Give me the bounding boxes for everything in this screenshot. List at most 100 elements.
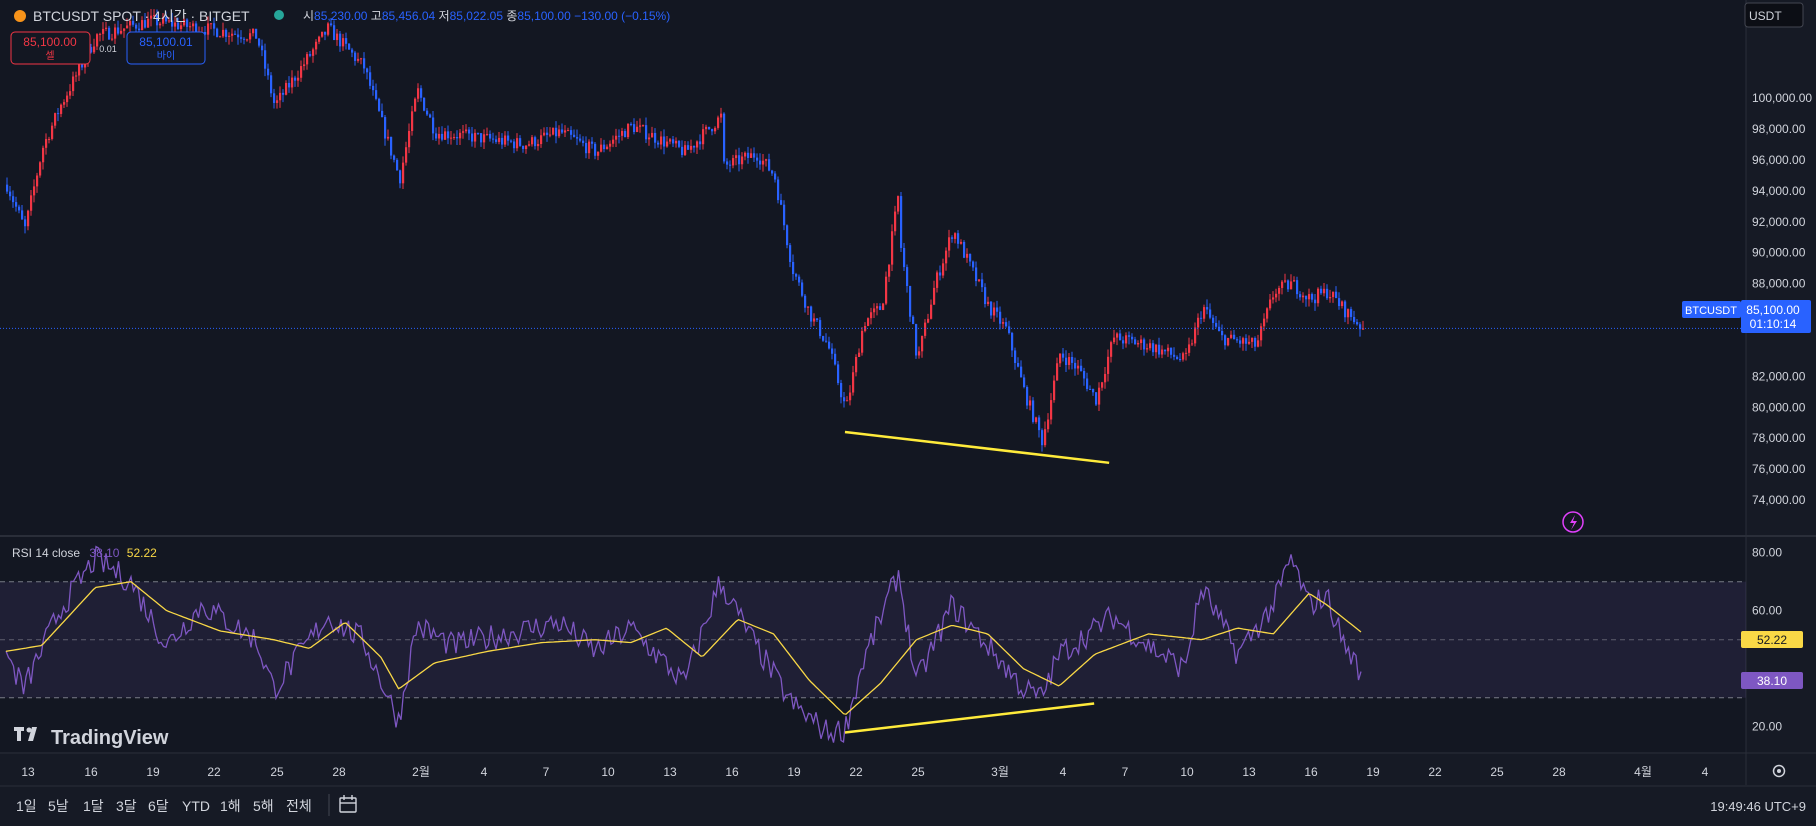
price-pane[interactable] (0, 0, 1746, 535)
candle-body (1215, 322, 1218, 327)
rsi-badge: 38.10 (1757, 674, 1787, 688)
candle-body (702, 129, 705, 145)
timeframe-button[interactable]: YTD (182, 798, 210, 814)
candle-body (552, 127, 555, 135)
candle-body (1077, 365, 1080, 369)
time-label: 4 (1702, 765, 1709, 779)
candle-body (72, 76, 75, 92)
candle-body (867, 318, 870, 326)
symbol-title[interactable]: BTCUSDT SPOT · 4시간 · BITGET (33, 8, 250, 24)
candle-body (1212, 317, 1215, 323)
time-label: 25 (270, 765, 284, 779)
candle-body (375, 90, 378, 99)
candle-body (219, 36, 222, 38)
candle-body (729, 164, 732, 166)
candle-body (1200, 317, 1203, 319)
candle-body (600, 144, 603, 152)
candle-body (1317, 288, 1320, 304)
candle-body (825, 340, 828, 342)
candle-body (1041, 430, 1044, 446)
candle-body (1050, 400, 1053, 420)
candle-body (288, 82, 291, 88)
time-label: 2월 (412, 765, 430, 779)
candle-body (477, 132, 480, 134)
timeframe-button[interactable]: 6달 (148, 798, 169, 814)
candle-body (1029, 400, 1032, 406)
candle-body (1275, 293, 1278, 298)
candle-body (498, 137, 501, 142)
candle-body (1026, 386, 1029, 406)
timeframe-button[interactable]: 5날 (48, 798, 69, 814)
candle-body (585, 143, 588, 154)
candle-body (108, 27, 111, 40)
candle-body (36, 175, 39, 187)
candle-body (732, 158, 735, 166)
candle-body (369, 72, 372, 86)
candle-body (1353, 316, 1356, 323)
candle-body (624, 131, 627, 138)
timeframe-button[interactable]: 3달 (116, 798, 137, 814)
candle-body (1188, 344, 1191, 353)
candle-body (945, 250, 948, 264)
candle-body (720, 113, 723, 118)
candle-body (504, 135, 507, 145)
candle-body (822, 336, 825, 341)
candle-body (546, 132, 549, 135)
candle-body (1134, 339, 1137, 345)
candle-body (1068, 357, 1071, 365)
candle-body (411, 111, 414, 131)
candle-body (1299, 294, 1302, 298)
timeframe-button[interactable]: 1해 (220, 798, 241, 814)
timeframe-button[interactable]: 1달 (83, 798, 104, 814)
candle-body (354, 52, 357, 61)
candle-body (396, 159, 399, 171)
candle-body (630, 123, 633, 125)
timeframe-button[interactable]: 5해 (253, 798, 274, 814)
candle-body (549, 134, 552, 136)
candle-body (852, 372, 855, 393)
candle-body (486, 133, 489, 135)
candle-body (1227, 337, 1230, 346)
candle-body (1194, 327, 1197, 344)
candle-body (705, 126, 708, 130)
candle-body (780, 200, 783, 205)
candle-body (747, 152, 750, 158)
candle-body (636, 126, 639, 133)
candle-body (318, 36, 321, 42)
time-label: 4월 (1634, 765, 1652, 779)
candle-body (1080, 365, 1083, 372)
candle-body (1326, 288, 1329, 299)
candle-body (798, 276, 801, 283)
timeframe-button[interactable]: 1일 (16, 798, 37, 814)
candle-body (615, 135, 618, 140)
candle-body (99, 33, 102, 35)
candle-body (114, 27, 117, 39)
candle-body (1053, 380, 1056, 401)
candle-body (1005, 322, 1008, 327)
candle-body (564, 130, 567, 133)
candle-body (813, 318, 816, 322)
candle-body (489, 133, 492, 139)
price-tick-label: 76,000.00 (1752, 462, 1806, 476)
candle-body (540, 135, 543, 145)
candle-body (963, 241, 966, 258)
candle-body (783, 204, 786, 226)
candle-body (1239, 340, 1242, 344)
buy-label: 바이 (157, 50, 175, 62)
candle-body (1152, 343, 1155, 353)
candle-body (1095, 392, 1098, 405)
candle-body (516, 138, 519, 149)
candle-body (708, 126, 711, 130)
candle-body (246, 39, 249, 41)
candle-body (531, 137, 534, 145)
candle-body (237, 34, 240, 38)
candle-body (402, 162, 405, 184)
candle-body (876, 306, 879, 309)
candle-body (297, 77, 300, 81)
candle-body (492, 138, 495, 140)
candle-body (207, 23, 210, 35)
candle-body (66, 95, 69, 103)
candle-body (1221, 331, 1224, 336)
candle-body (273, 93, 276, 103)
timeframe-button[interactable]: 전체 (286, 798, 312, 814)
